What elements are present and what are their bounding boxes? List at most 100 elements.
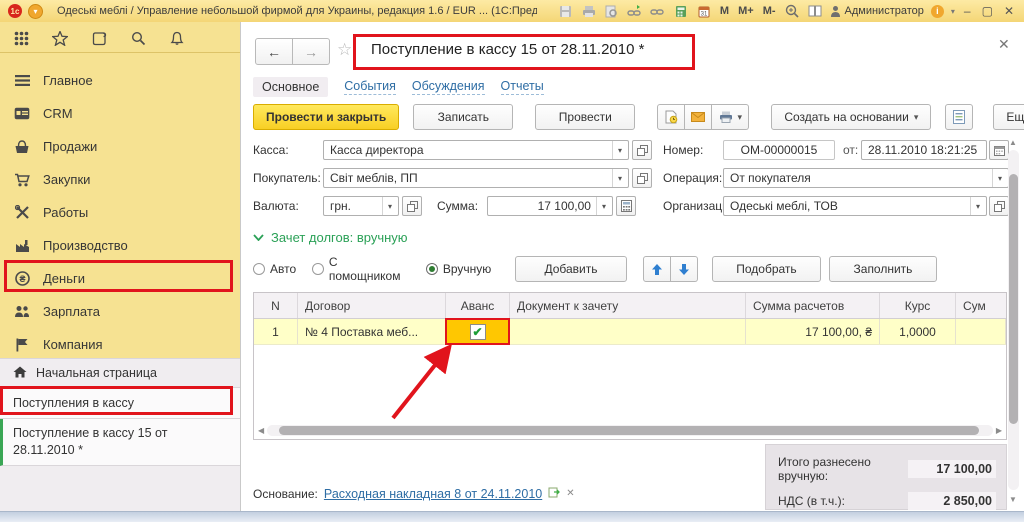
dropdown-icon[interactable]: ▾ — [382, 197, 392, 215]
links-icon[interactable] — [650, 4, 666, 19]
open-window-item-list[interactable]: Поступления в кассу — [0, 388, 240, 419]
sidebar-item-dengi[interactable]: ₴ Деньги — [0, 262, 240, 295]
currency-field[interactable]: грн. ▾ — [323, 196, 399, 216]
sidebar-item-zarplata[interactable]: Зарплата — [0, 295, 240, 328]
calculator-icon[interactable] — [673, 4, 689, 19]
sidebar-item-proizvodstvo[interactable]: Производство — [0, 229, 240, 262]
operation-field[interactable]: От покупателя ▾ — [723, 168, 1009, 188]
calendar-icon[interactable]: 31 — [696, 4, 712, 19]
search-icon[interactable] — [130, 30, 146, 46]
zoom-icon[interactable] — [784, 4, 800, 19]
forward-button[interactable]: → — [293, 38, 330, 65]
close-document-button[interactable]: ✕ — [998, 36, 1010, 53]
print-preview-icon[interactable] — [604, 4, 620, 19]
basis-clear-icon[interactable]: ✕ — [566, 488, 574, 499]
split-window-icon[interactable] — [807, 4, 823, 19]
mail-icon-button[interactable] — [685, 104, 712, 130]
move-down-button[interactable] — [671, 256, 698, 282]
dropdown-icon[interactable]: ▾ — [612, 141, 622, 159]
col-sum[interactable]: Сум — [956, 293, 1006, 318]
buyer-field[interactable]: Світ меблів, ПП ▾ — [323, 168, 629, 188]
write-button[interactable]: Записать — [413, 104, 513, 130]
more-button[interactable]: Еще — [993, 104, 1024, 130]
close-window-button[interactable]: ✕ — [1002, 4, 1016, 18]
buyer-open-button[interactable] — [632, 168, 652, 188]
current-user[interactable]: Администратор — [830, 5, 924, 17]
dropdown-icon[interactable]: ▾ — [992, 169, 1002, 187]
maximize-button[interactable]: ▢ — [980, 4, 995, 18]
info-icon[interactable]: i — [931, 5, 944, 18]
tab-osnovnoe[interactable]: Основное — [253, 77, 328, 97]
sidebar-item-kompaniya[interactable]: Компания — [0, 328, 240, 361]
sidebar-item-glavnoe[interactable]: Главное — [0, 64, 240, 97]
dropdown-icon[interactable]: ▾ — [612, 169, 622, 187]
scrollbar-thumb[interactable] — [279, 426, 979, 435]
table-row[interactable]: 1 № 4 Поставка меб... ✔ 17 100,00, ₴ 1,0… — [254, 319, 1006, 345]
radio-assistant[interactable]: С помощником — [312, 255, 410, 283]
sections-grid-icon[interactable] — [13, 30, 29, 46]
cell-contract[interactable]: № 4 Поставка меб... — [298, 319, 446, 344]
favorite-star-icon[interactable]: ☆ — [337, 40, 352, 60]
back-button[interactable]: ← — [255, 38, 293, 65]
basis-open-icon[interactable] — [548, 486, 560, 501]
scroll-left-icon[interactable]: ◀ — [255, 426, 267, 435]
cash-open-button[interactable] — [632, 140, 652, 160]
offset-section-header[interactable]: Зачет долгов: вручную — [253, 230, 408, 245]
favorites-star-icon[interactable] — [52, 30, 68, 46]
col-amount[interactable]: Сумма расчетов — [746, 293, 880, 318]
col-document[interactable]: Документ к зачету — [510, 293, 746, 318]
doc-register-icon-button[interactable] — [657, 104, 685, 130]
basis-link[interactable]: Расходная накладная 8 от 24.11.2010 — [324, 487, 542, 501]
sidebar-item-crm[interactable]: CRM — [0, 97, 240, 130]
scroll-up-icon[interactable]: ▲ — [1009, 138, 1017, 147]
dropdown-icon[interactable]: ▾ — [970, 197, 980, 215]
advance-checkbox[interactable]: ✔ — [470, 324, 486, 340]
col-n[interactable]: N — [254, 293, 298, 318]
print-menu-button[interactable] — [712, 104, 749, 130]
form-vertical-scrollbar[interactable]: ▲ ▼ — [1008, 140, 1019, 500]
cell-amount[interactable]: 17 100,00, ₴ — [746, 319, 880, 344]
move-up-button[interactable] — [643, 256, 671, 282]
post-button[interactable]: Провести — [535, 104, 635, 130]
save-icon[interactable] — [558, 4, 574, 19]
amount-calculator-button[interactable] — [616, 196, 636, 216]
tab-sobytiya[interactable]: События — [344, 79, 396, 95]
date-calendar-button[interactable] — [989, 140, 1009, 160]
col-contract[interactable]: Договор — [298, 293, 446, 318]
cell-document[interactable] — [510, 319, 746, 344]
cell-advance[interactable]: ✔ — [446, 319, 510, 344]
history-scroll-icon[interactable] — [91, 30, 107, 46]
table-horizontal-scrollbar[interactable]: ◀ ▶ — [255, 424, 1005, 437]
organization-open-button[interactable] — [989, 196, 1009, 216]
col-rate[interactable]: Курс — [880, 293, 956, 318]
tab-otchety[interactable]: Отчеты — [501, 79, 544, 95]
radio-manual[interactable]: Вручную — [426, 262, 491, 276]
date-field[interactable]: 28.11.2010 18:21:25 — [861, 140, 987, 160]
scrollbar-thumb[interactable] — [1009, 174, 1018, 424]
memory-recall-button[interactable]: M — [719, 5, 730, 17]
info-caret-icon[interactable]: ▾ — [951, 7, 955, 16]
currency-open-button[interactable] — [402, 196, 422, 216]
organization-field[interactable]: Одеські меблі, ТОВ ▾ — [723, 196, 987, 216]
scroll-right-icon[interactable]: ▶ — [993, 426, 1005, 435]
report-icon-button[interactable] — [945, 104, 973, 130]
cell-rate[interactable]: 1,0000 — [880, 319, 956, 344]
system-menu-icon[interactable]: ▾ — [28, 4, 43, 19]
cell-sum[interactable] — [956, 319, 1006, 344]
memory-add-button[interactable]: M+ — [737, 5, 755, 17]
pick-button[interactable]: Подобрать — [712, 256, 822, 282]
memory-subtract-button[interactable]: M- — [762, 5, 777, 17]
scroll-down-icon[interactable]: ▼ — [1009, 495, 1017, 504]
add-link-icon[interactable] — [627, 4, 643, 19]
amount-field[interactable]: 17 100,00 ▾ — [487, 196, 613, 216]
add-row-button[interactable]: Добавить — [515, 256, 626, 282]
dropdown-icon[interactable]: ▾ — [596, 197, 606, 215]
radio-auto[interactable]: Авто — [253, 262, 296, 276]
col-advance[interactable]: Аванс — [446, 293, 510, 318]
post-and-close-button[interactable]: Провести и закрыть — [253, 104, 399, 130]
create-on-basis-button[interactable]: Создать на основании — [771, 104, 931, 130]
sidebar-item-zakupki[interactable]: Закупки — [0, 163, 240, 196]
fill-button[interactable]: Заполнить — [829, 256, 937, 282]
number-field[interactable]: ОМ-00000015 — [723, 140, 835, 160]
notifications-bell-icon[interactable] — [169, 30, 185, 46]
